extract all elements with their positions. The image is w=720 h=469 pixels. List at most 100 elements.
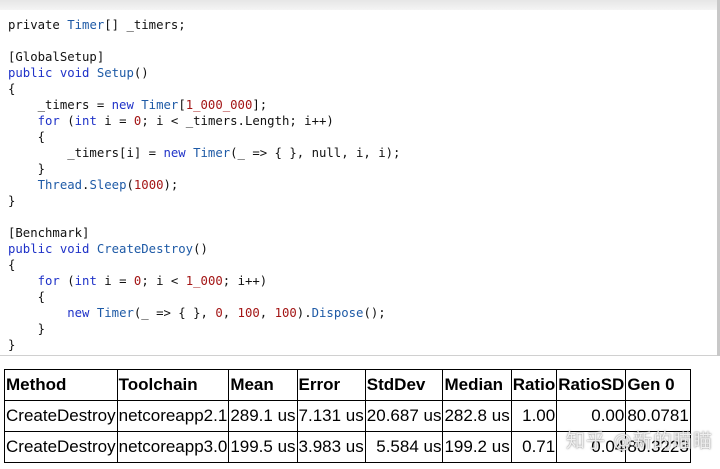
- code-token: CreateDestroy: [96, 242, 194, 256]
- code-line: public void CreateDestroy(): [8, 241, 400, 257]
- code-token: 1_000_000: [185, 98, 253, 112]
- code-token: int: [74, 274, 105, 288]
- code-token: _timers =: [8, 98, 112, 112]
- table-cell: 282.8 us: [442, 400, 512, 432]
- code-token: [] _timers;: [104, 18, 186, 32]
- code-token: [: [178, 98, 186, 112]
- code-token: ).: [296, 306, 312, 320]
- code-token: ; i++): [222, 274, 268, 288]
- code-token: Setup: [96, 66, 134, 80]
- code-line: _timers[i] = new Timer(_ => { }, null, i…: [8, 145, 400, 161]
- code-token: }: [8, 322, 46, 336]
- column-header: Error: [296, 369, 366, 401]
- code-token: Dispose: [311, 306, 364, 320]
- table-cell: CreateDestroy: [4, 400, 118, 432]
- code-line: }: [8, 193, 400, 209]
- code-line: }: [8, 321, 400, 337]
- code-token: _timers[i] =: [8, 146, 164, 160]
- table-cell: 199.5 us: [228, 431, 298, 463]
- code-line: private Timer[] _timers;: [8, 17, 400, 33]
- column-header: Median: [442, 369, 512, 401]
- table-cell: CreateDestroy: [4, 431, 118, 463]
- code-token: ,: [222, 306, 238, 320]
- code-token: (: [126, 178, 134, 192]
- code-token: new: [67, 306, 97, 320]
- code-token: [GlobalSetup]: [8, 50, 105, 64]
- code-token: i =: [104, 114, 134, 128]
- code-token: 1_000: [185, 274, 223, 288]
- table-cell: 5.584 us: [364, 431, 444, 463]
- code-line: }: [8, 161, 400, 177]
- code-token: (: [67, 274, 75, 288]
- code-token: {: [8, 290, 46, 304]
- code-block: private Timer[] _timers; [GlobalSetup] pu…: [8, 17, 400, 353]
- code-token: ,: [259, 306, 275, 320]
- table-cell: netcoreapp3.0: [116, 431, 230, 463]
- code-token: 0: [215, 306, 223, 320]
- code-token: new: [111, 98, 142, 112]
- table-cell: 3.983 us: [296, 431, 366, 463]
- code-token: }: [8, 162, 46, 176]
- code-token: }: [8, 194, 16, 208]
- code-line: new Timer(_ => { }, 0, 100, 100).Dispose…: [8, 305, 400, 321]
- code-token: {: [8, 82, 16, 96]
- code-line: for (int i = 0; i < 1_000; i++): [8, 273, 400, 289]
- code-line: _timers = new Timer[1_000_000];: [8, 97, 400, 113]
- code-token: {: [8, 130, 46, 144]
- code-line: public void Setup(): [8, 65, 400, 81]
- code-line: {: [8, 81, 400, 97]
- code-token: Timer: [141, 98, 179, 112]
- code-line: for (int i = 0; i < _timers.Length; i++): [8, 113, 400, 129]
- code-line: Thread.Sleep(1000);: [8, 177, 400, 193]
- code-token: {: [8, 258, 16, 272]
- code-token: Thread: [37, 178, 83, 192]
- table-cell: 289.1 us: [228, 400, 298, 432]
- code-token: (_ => { },: [133, 306, 216, 320]
- code-token: ();: [363, 306, 386, 320]
- code-line: [Benchmark]: [8, 225, 400, 241]
- zhihu-watermark: 知乎 @新的瞄瞄: [566, 430, 714, 452]
- code-token: (: [67, 114, 75, 128]
- table-cell: netcoreapp2.1: [116, 400, 230, 432]
- code-token: (): [133, 66, 149, 80]
- column-header: Mean: [228, 369, 298, 401]
- code-token: );: [163, 178, 179, 192]
- code-token: ; i <: [141, 274, 186, 288]
- code-token: Sleep: [89, 178, 127, 192]
- code-token: ];: [252, 98, 268, 112]
- column-header: Ratio: [510, 369, 558, 401]
- code-token: (): [193, 242, 208, 256]
- code-token: 100: [274, 306, 297, 320]
- code-token: (_ => { }, null, i, i);: [230, 146, 401, 160]
- table-cell: 20.687 us: [364, 400, 444, 432]
- code-line: {: [8, 289, 400, 305]
- code-token: Timer: [96, 306, 134, 320]
- code-token: [Benchmark]: [8, 226, 90, 240]
- code-token: int: [74, 114, 105, 128]
- code-token: ; i < _timers.Length; i++): [141, 114, 334, 128]
- column-header: Gen 0: [625, 369, 691, 401]
- code-editor-panel: private Timer[] _timers; [GlobalSetup] pu…: [0, 0, 720, 356]
- table-cell: 7.131 us: [296, 400, 366, 432]
- table-cell: 199.2 us: [442, 431, 512, 463]
- code-token: new: [163, 146, 194, 160]
- code-token: for: [37, 114, 68, 128]
- column-header: Method: [4, 369, 118, 401]
- code-line: [GlobalSetup]: [8, 49, 400, 65]
- table-cell: 1.00: [510, 400, 558, 432]
- code-line: {: [8, 257, 400, 273]
- code-token: private: [8, 18, 68, 32]
- column-header: Toolchain: [116, 369, 230, 401]
- code-token: Timer: [67, 18, 105, 32]
- code-token: Timer: [193, 146, 231, 160]
- code-token: i =: [104, 274, 134, 288]
- code-token: 100: [237, 306, 260, 320]
- code-line: }: [8, 337, 400, 353]
- code-token: for: [37, 274, 68, 288]
- table-cell: 0.71: [510, 431, 558, 463]
